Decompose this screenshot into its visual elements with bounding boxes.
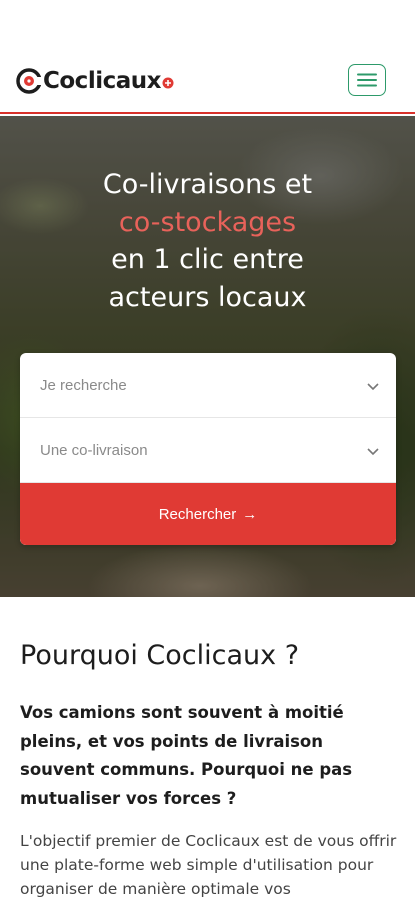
site-header: Coclicaux [0,0,415,114]
menu-toggle-button[interactable] [348,64,386,96]
why-section-title: Pourquoi Coclicaux ? [20,640,300,671]
hero-title: Co-livraisons et co-stockages en 1 clic … [0,166,415,316]
hero-title-line3: en 1 clic entre [111,244,304,275]
hero-title-line4: acteurs locaux [108,281,307,313]
search-service-select[interactable]: Une co-livraison [20,418,396,483]
chevron-down-icon [367,448,379,456]
logo-mark-icon [16,68,42,94]
why-section-body: L'objectif premier de Coclicaux est de v… [20,832,397,898]
why-section-lead: Vos camions sont souvent à moitié pleins… [20,703,353,808]
search-button[interactable]: Rechercher → [20,483,396,545]
logo-dot-icon [162,77,174,88]
search-button-label: Rechercher [158,505,237,523]
search-service-value: Une co-livraison [40,441,148,459]
brand-logo[interactable]: Coclicaux [16,64,174,98]
search-type-value: Je recherche [40,376,127,394]
search-form: Je recherche Une co-livraison Rechercher… [20,353,396,545]
search-type-select[interactable]: Je recherche [20,353,396,418]
chevron-down-icon [367,383,379,391]
hero-title-line1: Co-livraisons et [102,169,313,200]
brand-name: Coclicaux [43,68,161,94]
hero-title-accent: co-stockages [118,206,297,238]
hamburger-icon [357,73,377,87]
arrow-right-icon: → [242,505,258,523]
